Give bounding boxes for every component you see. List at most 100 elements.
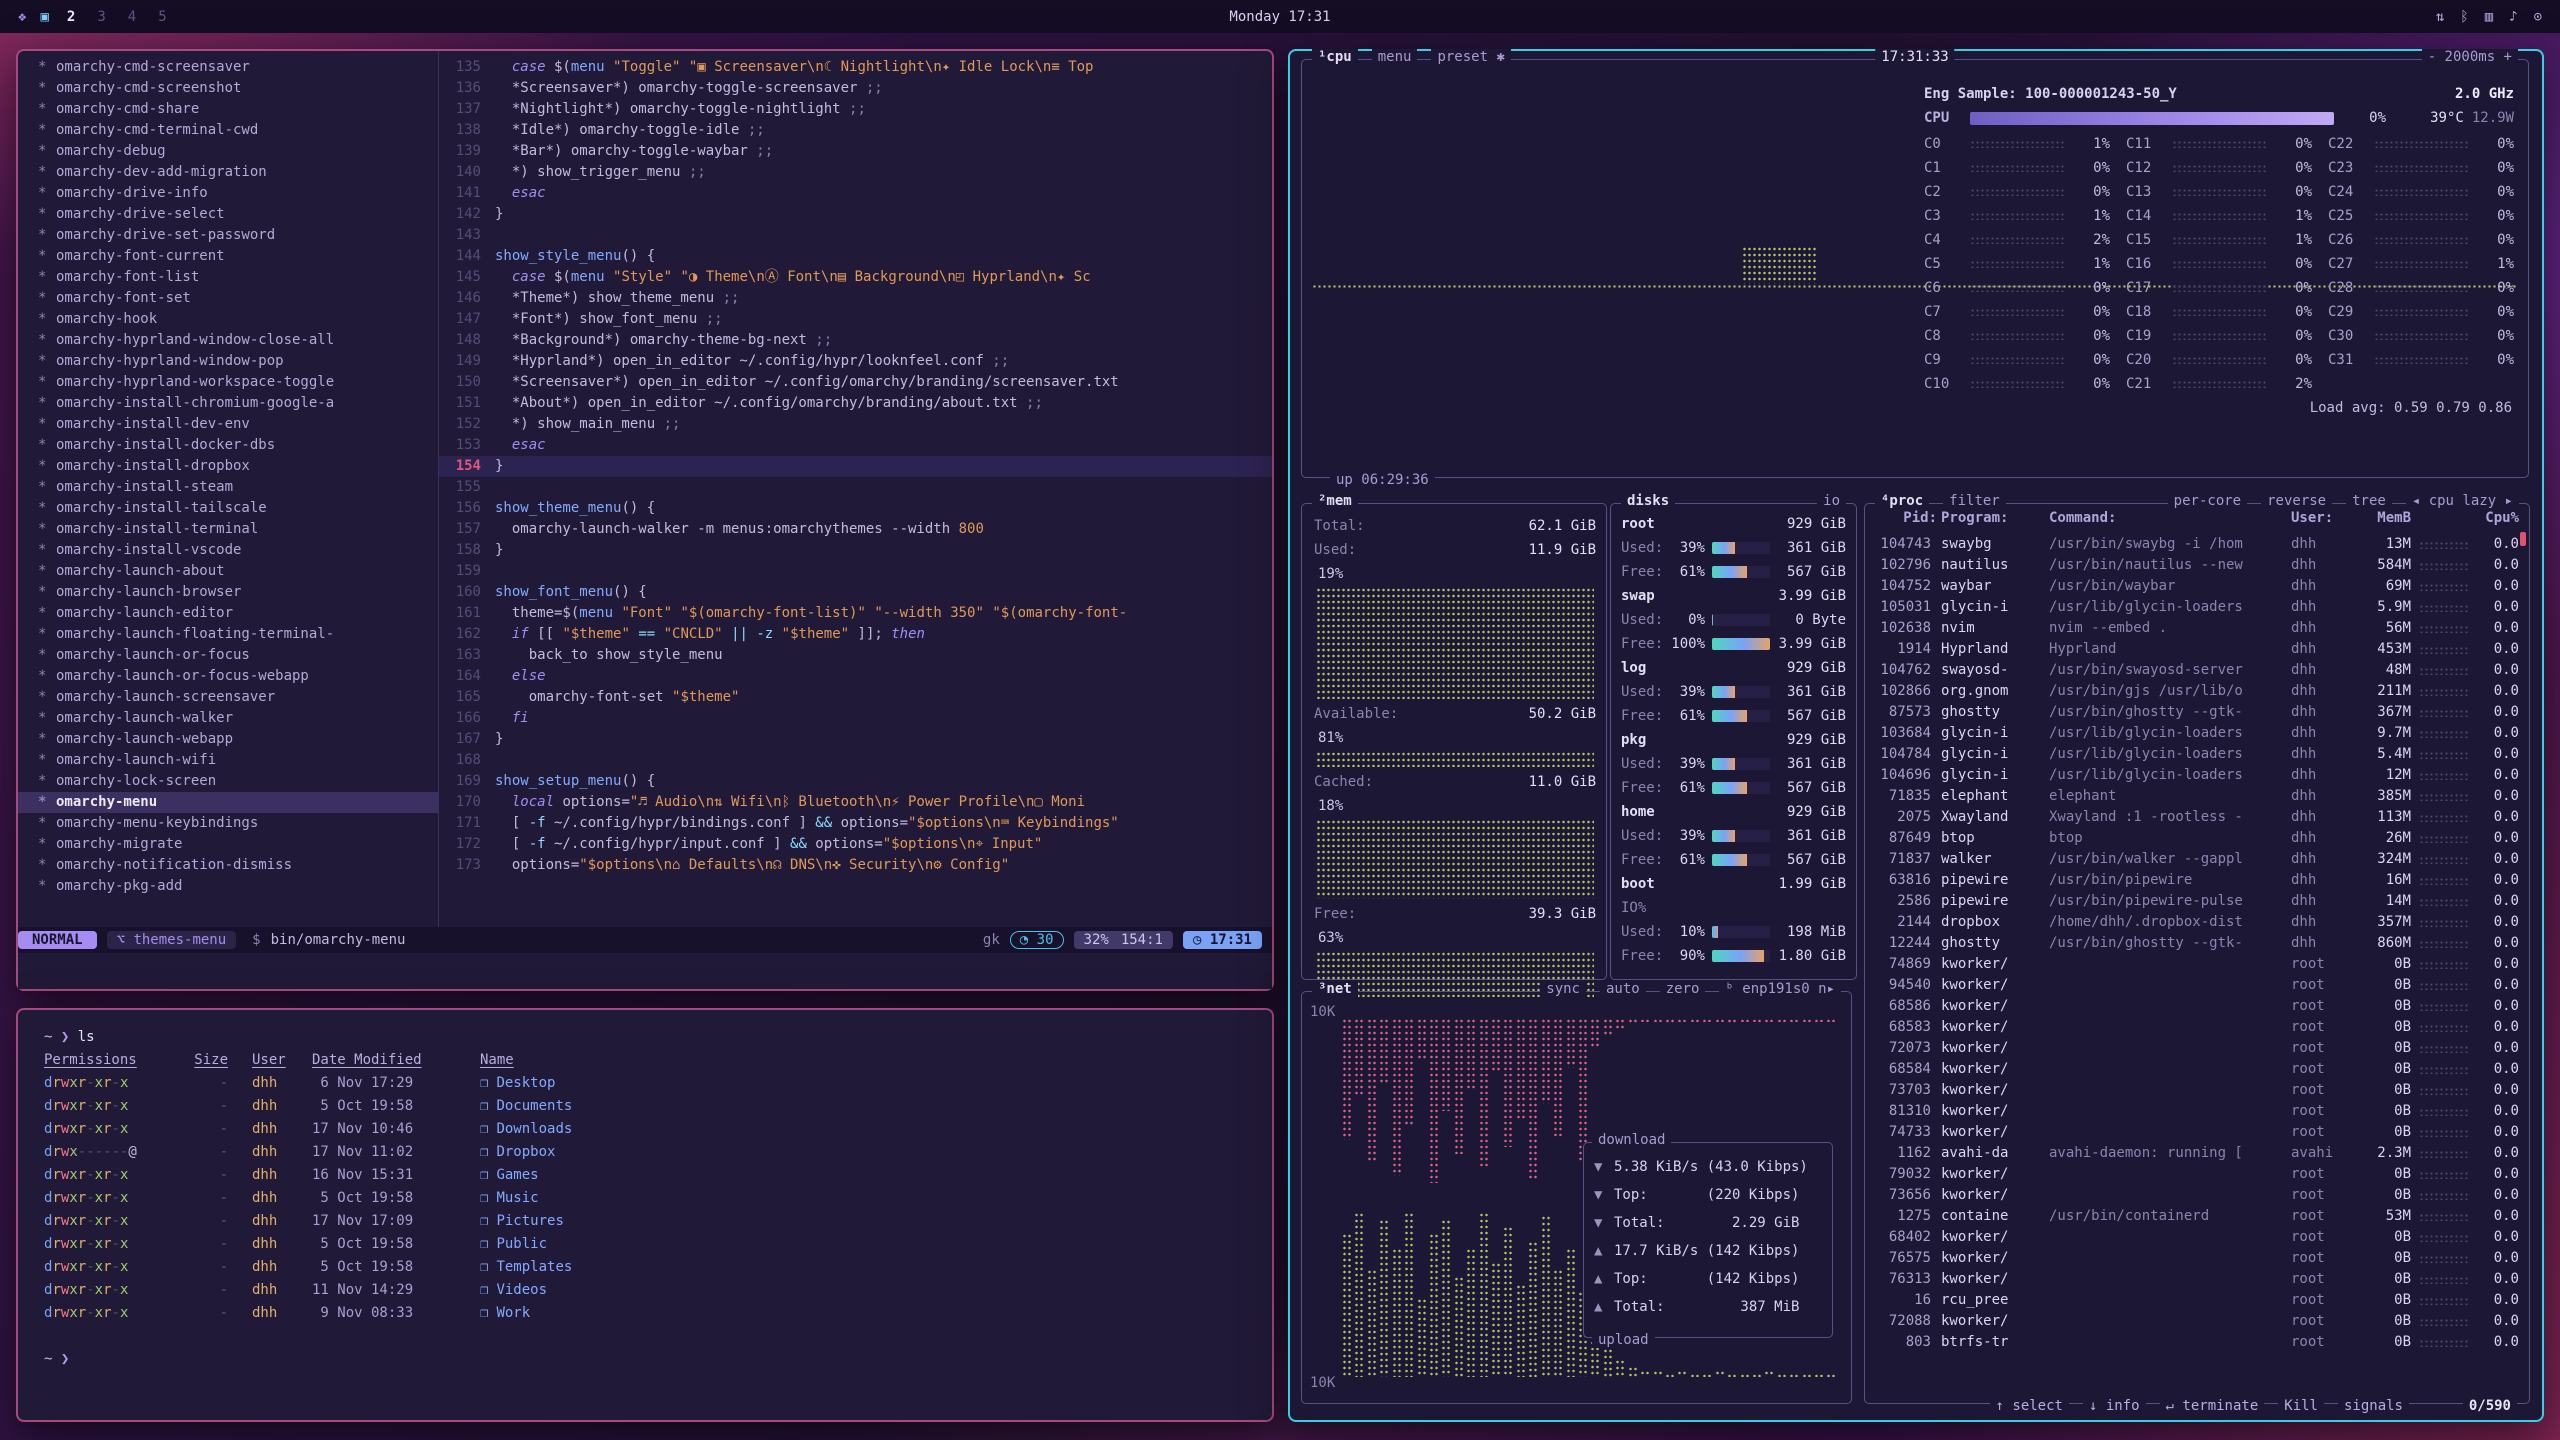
file-row[interactable]: *omarchy-launch-wifi: [18, 750, 438, 771]
process-row[interactable]: 104784glycin-i/usr/lib/glycin-loadersdhh…: [1873, 744, 2519, 765]
file-row[interactable]: *omarchy-launch-editor: [18, 603, 438, 624]
terminal-window[interactable]: ~ ❯ ls Permissions Size User Date Modifi…: [16, 1008, 1274, 1422]
process-row[interactable]: 76313kworker/root0B0.0: [1873, 1269, 2519, 1290]
prompt-line-2[interactable]: ~ ❯: [44, 1348, 1246, 1371]
process-row[interactable]: 74733kworker/root0B0.0: [1873, 1122, 2519, 1143]
file-row[interactable]: *omarchy-drive-set-password: [18, 225, 438, 246]
process-row[interactable]: 1275containe/usr/bin/containerdroot53M0.…: [1873, 1206, 2519, 1227]
process-row[interactable]: 74869kworker/root0B0.0: [1873, 954, 2519, 975]
process-row[interactable]: 71835elephantelephantdhh385M0.0: [1873, 786, 2519, 807]
info-key[interactable]: ↓ info: [2083, 1398, 2146, 1414]
menu-button[interactable]: menu: [1372, 49, 1418, 65]
file-row[interactable]: *omarchy-install-chromium-google-a: [18, 393, 438, 414]
file-row[interactable]: *omarchy-launch-webapp: [18, 729, 438, 750]
signals-key[interactable]: signals: [2338, 1398, 2409, 1414]
process-row[interactable]: 79032kworker/root0B0.0: [1873, 1164, 2519, 1185]
file-row[interactable]: *omarchy-install-dropbox: [18, 456, 438, 477]
process-row[interactable]: 105031glycin-i/usr/lib/glycin-loadersdhh…: [1873, 597, 2519, 618]
process-row[interactable]: 68584kworker/root0B0.0: [1873, 1059, 2519, 1080]
process-row[interactable]: 73703kworker/root0B0.0: [1873, 1080, 2519, 1101]
file-name[interactable]: ❐Public: [480, 1233, 1246, 1256]
file-row[interactable]: *omarchy-cmd-screensaver: [18, 57, 438, 78]
file-row[interactable]: *omarchy-menu-keybindings: [18, 813, 438, 834]
file-row[interactable]: *omarchy-cmd-screenshot: [18, 78, 438, 99]
file-row[interactable]: *omarchy-hyprland-workspace-toggle: [18, 372, 438, 393]
file-row[interactable]: *omarchy-launch-walker: [18, 708, 438, 729]
process-row[interactable]: 1914HyprlandHyprlanddhh453M0.0: [1873, 639, 2519, 660]
file-row[interactable]: *omarchy-migrate: [18, 834, 438, 855]
volume-icon[interactable]: ♪: [2509, 9, 2517, 25]
power-icon[interactable]: ⊙: [2534, 9, 2542, 25]
workspace-3[interactable]: 3: [93, 9, 109, 25]
process-row[interactable]: 87573ghostty/usr/bin/ghostty --gtk-dhh36…: [1873, 702, 2519, 723]
process-row[interactable]: 87649btopbtopdhh26M0.0: [1873, 828, 2519, 849]
process-row[interactable]: 104752waybar/usr/bin/waybardhh69M0.0: [1873, 576, 2519, 597]
file-name[interactable]: ❐Videos: [480, 1279, 1246, 1302]
file-row[interactable]: *omarchy-launch-or-focus-webapp: [18, 666, 438, 687]
process-row[interactable]: 803btrfs-trroot0B0.0: [1873, 1332, 2519, 1353]
process-row[interactable]: 102796nautilus/usr/bin/nautilus --newdhh…: [1873, 555, 2519, 576]
file-row[interactable]: *omarchy-lock-screen: [18, 771, 438, 792]
net-interface[interactable]: ᵇ enp191s0 n▸: [1719, 981, 1841, 997]
network-icon[interactable]: ⇅: [2436, 9, 2444, 25]
file-row[interactable]: *omarchy-install-terminal: [18, 519, 438, 540]
launcher-icon[interactable]: ❖: [18, 9, 26, 25]
process-row[interactable]: 1162avahi-daavahi-daemon: running [avahi…: [1873, 1143, 2519, 1164]
process-row[interactable]: 103684glycin-i/usr/lib/glycin-loadersdhh…: [1873, 723, 2519, 744]
tree-button[interactable]: tree: [2346, 493, 2392, 509]
process-row[interactable]: 94540kworker/root0B0.0: [1873, 975, 2519, 996]
workspace-4[interactable]: 4: [124, 9, 140, 25]
file-name[interactable]: ❐Music: [480, 1187, 1246, 1210]
io-mode-button[interactable]: io: [1817, 493, 1846, 509]
file-row[interactable]: *omarchy-debug: [18, 141, 438, 162]
file-row[interactable]: *omarchy-launch-floating-terminal-: [18, 624, 438, 645]
file-row[interactable]: *omarchy-launch-about: [18, 561, 438, 582]
file-name[interactable]: ❐Work: [480, 1302, 1246, 1325]
process-row[interactable]: 68402kworker/root0B0.0: [1873, 1227, 2519, 1248]
code-pane[interactable]: 135 case $(menu "Toggle" "▣ Screensaver\…: [438, 51, 1272, 927]
process-row[interactable]: 2586pipewire/usr/bin/pipewire-pulsedhh14…: [1873, 891, 2519, 912]
file-row[interactable]: *omarchy-install-steam: [18, 477, 438, 498]
process-row[interactable]: 81310kworker/root0B0.0: [1873, 1101, 2519, 1122]
process-row[interactable]: 12244ghostty/usr/bin/ghostty --gtk-dhh86…: [1873, 933, 2519, 954]
process-row[interactable]: 102866org.gnom/usr/bin/gjs /usr/lib/odhh…: [1873, 681, 2519, 702]
file-row[interactable]: *omarchy-notification-dismiss: [18, 855, 438, 876]
file-row[interactable]: *omarchy-install-docker-dbs: [18, 435, 438, 456]
app-icon[interactable]: ▣: [40, 9, 48, 25]
process-row[interactable]: 2075XwaylandXwayland :1 -rootless -dhh11…: [1873, 807, 2519, 828]
file-row[interactable]: *omarchy-install-tailscale: [18, 498, 438, 519]
terminate-key[interactable]: ↵ terminate: [2160, 1398, 2265, 1414]
process-row[interactable]: 68583kworker/root0B0.0: [1873, 1017, 2519, 1038]
file-row[interactable]: *omarchy-pkg-add: [18, 876, 438, 897]
process-row[interactable]: 102638nvimnvim --embed .dhh56M0.0: [1873, 618, 2519, 639]
preset-button[interactable]: preset ✱: [1431, 49, 1510, 65]
select-key[interactable]: ↑ select: [1990, 1398, 2069, 1414]
file-row[interactable]: *omarchy-hook: [18, 309, 438, 330]
keyboard-icon[interactable]: ▥: [2485, 9, 2493, 25]
process-row[interactable]: 72088kworker/root0B0.0: [1873, 1311, 2519, 1332]
net-auto-button[interactable]: auto: [1600, 981, 1646, 997]
file-row[interactable]: *omarchy-launch-or-focus: [18, 645, 438, 666]
file-row[interactable]: *omarchy-launch-browser: [18, 582, 438, 603]
sort-column-button[interactable]: ◂ cpu lazy ▸: [2406, 493, 2519, 509]
file-row[interactable]: *omarchy-font-list: [18, 267, 438, 288]
process-row[interactable]: 72073kworker/root0B0.0: [1873, 1038, 2519, 1059]
per-core-button[interactable]: per-core: [2168, 493, 2247, 509]
file-row[interactable]: *omarchy-drive-select: [18, 204, 438, 225]
file-name[interactable]: ❐Dropbox: [480, 1141, 1246, 1164]
net-sync-button[interactable]: sync: [1540, 981, 1586, 997]
file-row[interactable]: *omarchy-launch-screensaver: [18, 687, 438, 708]
file-name[interactable]: ❐Documents: [480, 1095, 1246, 1118]
workspace-2[interactable]: 2: [63, 9, 79, 25]
filter-button[interactable]: filter: [1943, 493, 2006, 509]
process-row[interactable]: 73656kworker/root0B0.0: [1873, 1185, 2519, 1206]
file-name[interactable]: ❐Downloads: [480, 1118, 1246, 1141]
file-pane[interactable]: *omarchy-cmd-screensaver*omarchy-cmd-scr…: [18, 51, 438, 927]
file-row[interactable]: *omarchy-hyprland-window-close-all: [18, 330, 438, 351]
process-row[interactable]: 71837walker/usr/bin/walker --gappldhh324…: [1873, 849, 2519, 870]
workspace-5[interactable]: 5: [154, 9, 170, 25]
file-name[interactable]: ❐Games: [480, 1164, 1246, 1187]
file-row[interactable]: *omarchy-cmd-share: [18, 99, 438, 120]
file-name[interactable]: ❐Templates: [480, 1256, 1246, 1279]
file-row[interactable]: *omarchy-cmd-terminal-cwd: [18, 120, 438, 141]
